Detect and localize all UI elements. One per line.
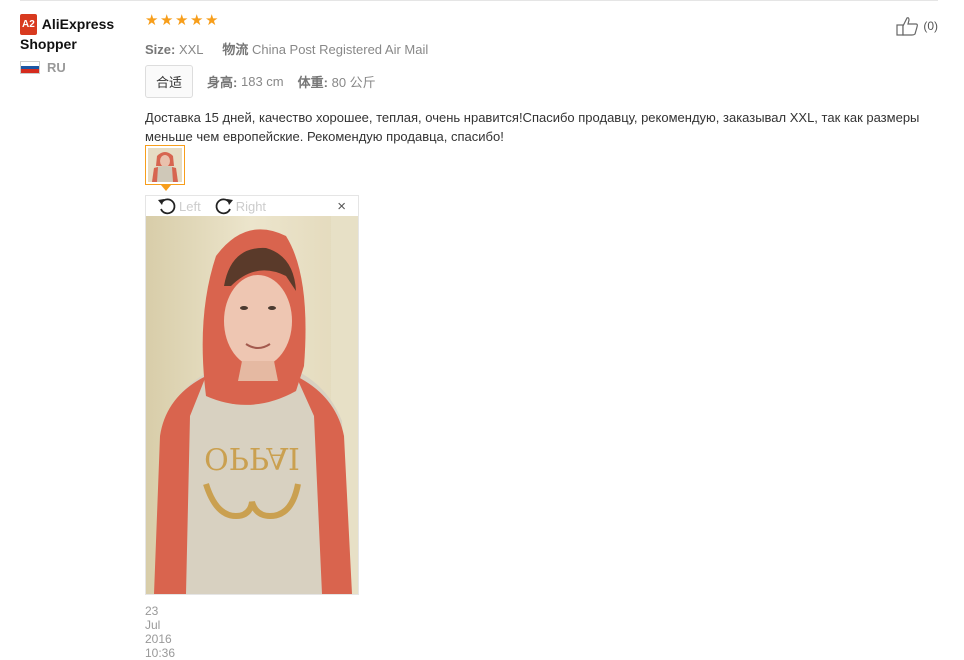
thumbs-up-icon — [896, 17, 919, 36]
helpful-count: (0) — [923, 19, 938, 33]
helpful-button[interactable]: (0) — [896, 16, 938, 36]
divider — [20, 0, 938, 1]
rotate-right-button[interactable]: Right — [213, 196, 266, 216]
shipping-value: China Post Registered Air Mail — [251, 42, 429, 57]
shipping-label: 物流 — [222, 42, 249, 57]
weight-value: 80 公斤 — [331, 75, 376, 90]
star-icon: ★ — [175, 12, 189, 29]
review-body: ★ ★ ★ ★ ★ Size: XXL 物流 China Post Regist… — [145, 12, 945, 146]
reviewer-name-block: A2 AliExpress Shopper — [20, 14, 138, 54]
rotate-left-button[interactable]: Left — [156, 196, 201, 216]
height-value: 183 cm — [240, 74, 284, 89]
image-viewer: Left Right × OPPAI — [145, 195, 359, 595]
level-badge: A2 — [20, 14, 37, 35]
star-icon: ★ — [190, 12, 204, 29]
selected-indicator — [161, 185, 171, 191]
height-label: 身高: — [207, 75, 238, 90]
star-icon: ★ — [205, 12, 219, 29]
shirt-print-text: OPPAI — [204, 440, 300, 475]
star-rating: ★ ★ ★ ★ ★ — [145, 12, 945, 32]
russia-flag-icon — [20, 61, 40, 74]
order-attributes: Size: XXL 物流 China Post Registered Air M… — [145, 39, 945, 58]
reviewer-info: A2 AliExpress Shopper RU — [20, 14, 138, 75]
size-value: XXL — [178, 42, 204, 57]
review-text: Доставка 15 дней, качество хорошее, тепл… — [145, 110, 920, 144]
country-code: RU — [47, 60, 66, 75]
weight-label: 体重: — [297, 75, 328, 90]
review-date: 23 Jul 2016 10:36 — [145, 604, 176, 660]
fit-info: 合适 身高: 183 cm 体重: 80 公斤 — [145, 65, 945, 98]
reviewer-country: RU — [20, 60, 138, 75]
viewer-toolbar: Left Right × — [146, 196, 358, 216]
star-icon: ★ — [160, 12, 174, 29]
photo-image: OPPAI — [146, 216, 358, 594]
fit-tag: 合适 — [145, 65, 194, 98]
photo-thumbnail[interactable] — [145, 145, 185, 185]
close-icon[interactable]: × — [337, 198, 346, 215]
star-icon: ★ — [145, 12, 159, 29]
rotate-right-icon — [215, 198, 233, 215]
thumbnail-image — [148, 148, 182, 182]
size-label: Size: — [145, 42, 176, 57]
rotate-right-label: Right — [235, 198, 267, 214]
review-photo: OPPAI — [146, 216, 358, 594]
rotate-left-icon — [158, 198, 176, 215]
rotate-left-label: Left — [179, 198, 201, 214]
